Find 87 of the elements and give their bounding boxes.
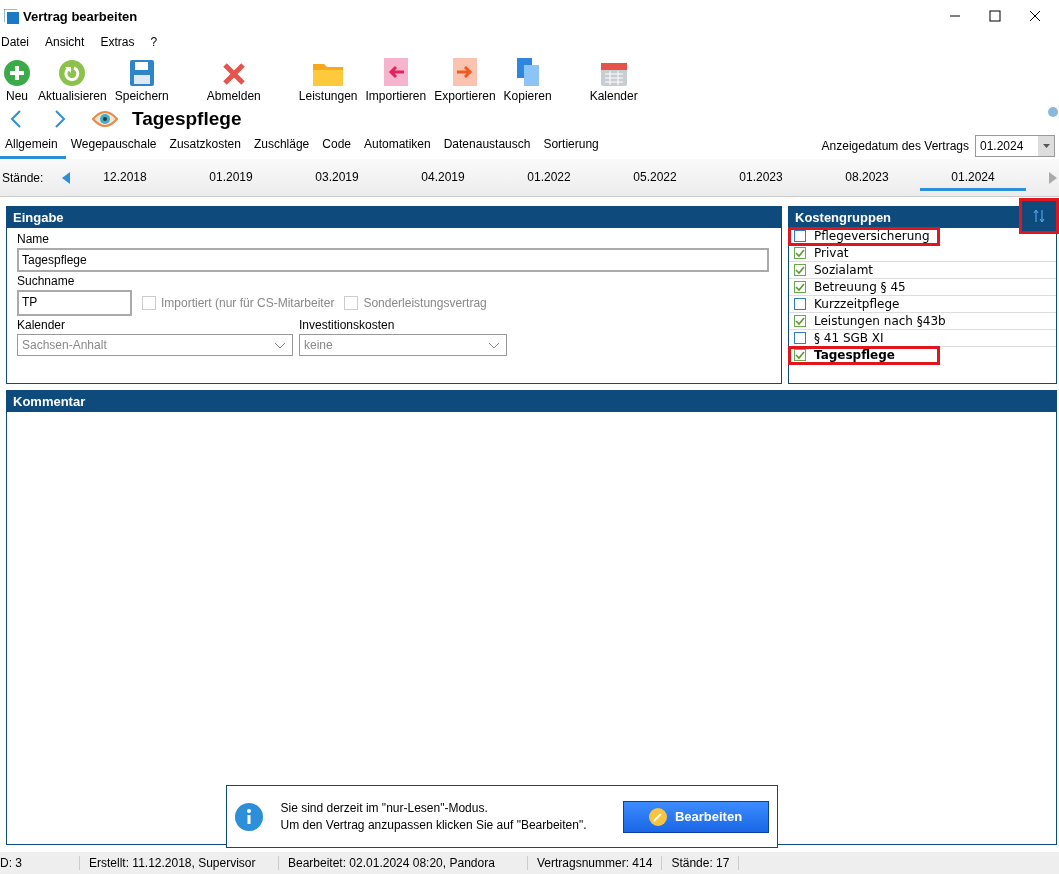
status-text: Erstellt: 11.12.2018, Supervisor: [89, 856, 279, 870]
toolbar-button[interactable]: Neu: [0, 60, 34, 103]
version-tab[interactable]: 01.2023: [708, 164, 814, 191]
pencil-icon: [648, 807, 667, 826]
folder-icon: [313, 62, 344, 86]
panel-title: Kostengruppen: [795, 210, 892, 225]
status-text: Bearbeitet: 02.01.2024 08:20, Pandora: [288, 856, 528, 870]
versions-label: Stände:: [2, 170, 45, 185]
cost-group-item[interactable]: § 41 SGB XI: [789, 330, 1056, 347]
notice-text: Um den Vertrag anzupassen klicken Sie auf "Bearbeiten".: [280, 818, 588, 832]
status-text: D: 3: [0, 856, 80, 870]
toolbar-button[interactable]: Importieren: [361, 58, 431, 103]
toolbar-button[interactable]: Aktualisieren: [34, 60, 111, 103]
tab[interactable]: Sortierung: [538, 133, 607, 159]
version-tab[interactable]: 01.2022: [496, 164, 602, 191]
maximize-icon[interactable]: [989, 10, 1001, 22]
chevron-down-icon: [488, 341, 500, 349]
edit-button[interactable]: Bearbeiten: [622, 800, 769, 833]
menu-item[interactable]: Extras: [99, 35, 136, 49]
scroll-left-icon[interactable]: [62, 171, 70, 184]
version-tab[interactable]: 05.2022: [602, 164, 708, 191]
panel-title: Kommentar: [7, 391, 1056, 412]
field-label: Kalender: [17, 318, 67, 332]
record-title: Tagespflege: [132, 108, 242, 130]
menu-item[interactable]: Ansicht: [44, 35, 86, 49]
cross-icon: [221, 62, 246, 86]
status-text: Vertragsnummer: 414: [537, 856, 663, 870]
version-tab[interactable]: 01.2019: [178, 164, 284, 191]
tab[interactable]: Code: [317, 133, 359, 159]
name-field[interactable]: Tagespflege: [17, 248, 769, 272]
toolbar-button[interactable]: Kalender: [585, 60, 642, 103]
calendar-icon: [600, 60, 627, 86]
info-icon: [234, 802, 263, 831]
export-icon: [452, 58, 477, 86]
menu-item[interactable]: ?: [149, 35, 159, 49]
cost-group-item[interactable]: Sozialamt: [789, 262, 1056, 279]
chevron-down-icon: [274, 341, 286, 349]
toolbar-button[interactable]: Speichern: [110, 60, 173, 103]
close-icon[interactable]: [1029, 10, 1041, 22]
search-name-field[interactable]: TP: [17, 290, 132, 316]
tab[interactable]: Wegepauschale: [65, 133, 165, 159]
sort-icon: [1033, 208, 1045, 223]
copy-icon: [516, 58, 539, 86]
toolbar-button[interactable]: Kopieren: [499, 58, 556, 103]
refresh-icon: [59, 60, 86, 86]
check-icon: [795, 350, 805, 360]
toolbar-button[interactable]: Leistungen: [294, 62, 362, 103]
version-tab[interactable]: 12.2018: [72, 164, 178, 191]
window-title: Vertrag bearbeiten: [23, 8, 139, 24]
dropdown-arrow-icon: [1042, 144, 1050, 148]
toolbar-button[interactable]: Abmelden: [202, 62, 265, 103]
field-label: Name: [17, 232, 50, 246]
notice-text: Sie sind derzeit im "nur-Lesen"-Modus.: [280, 801, 489, 815]
field-label: Investitionskosten: [299, 318, 396, 332]
scroll-right-icon[interactable]: [1049, 171, 1057, 184]
cost-group-item[interactable]: Kurzzeitpflege: [789, 296, 1056, 313]
save-icon: [129, 60, 154, 86]
field-label: Anzeigedatum des Vertrags: [821, 139, 969, 153]
cost-group-item[interactable]: Tagespflege: [789, 347, 939, 364]
forward-icon[interactable]: [54, 109, 66, 129]
field-label: Suchname: [17, 274, 76, 288]
import-icon: [383, 58, 408, 86]
version-tab[interactable]: 04.2019: [390, 164, 496, 191]
version-tab[interactable]: 03.2019: [284, 164, 390, 191]
cost-group-item[interactable]: Betreuung § 45: [789, 279, 1056, 296]
calendar-dropdown[interactable]: Sachsen-Anhalt: [17, 334, 293, 356]
sort-button[interactable]: [1022, 200, 1056, 231]
panel-title: Eingabe: [7, 207, 781, 228]
plus-icon: [4, 60, 30, 86]
tab[interactable]: Automatiken: [359, 133, 439, 159]
cost-group-item[interactable]: Leistungen nach §43b: [789, 313, 1056, 330]
menu-item[interactable]: Datei: [0, 35, 30, 49]
version-tab[interactable]: 08.2023: [814, 164, 920, 191]
eye-icon: [92, 110, 118, 128]
date-dropdown[interactable]: 01.2024: [975, 135, 1055, 157]
check-icon: [795, 316, 805, 326]
cost-group-item[interactable]: Privat: [789, 245, 1056, 262]
status-text: Stände: 17: [671, 856, 740, 870]
tab[interactable]: Zusatzkosten: [164, 133, 249, 159]
cost-group-item[interactable]: Pflegeversicherung: [789, 228, 939, 245]
app-icon: [4, 8, 19, 24]
version-tab[interactable]: 01.2024: [920, 164, 1026, 191]
back-icon[interactable]: [10, 109, 22, 129]
investment-dropdown[interactable]: keine: [299, 334, 507, 356]
tab[interactable]: Zuschläge: [248, 133, 318, 159]
tab[interactable]: Datenaustausch: [438, 133, 539, 159]
toolbar-button[interactable]: Exportieren: [430, 58, 500, 103]
